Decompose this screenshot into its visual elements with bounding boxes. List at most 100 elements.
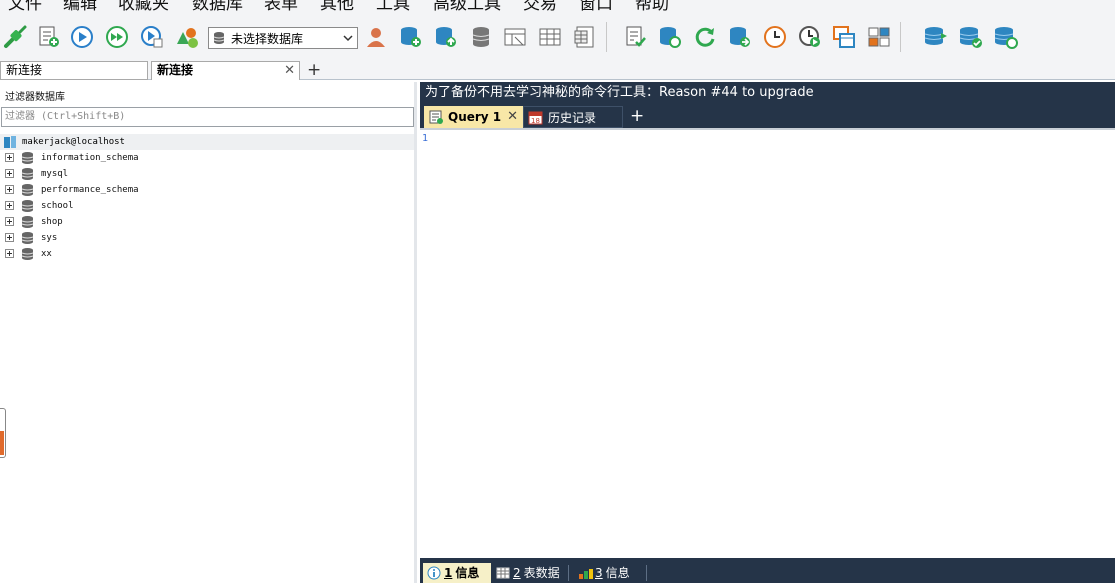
- tab-query-1[interactable]: Query 1 ✕: [424, 106, 523, 128]
- database-icon: [21, 248, 34, 260]
- tab-label: 信息: [455, 566, 480, 580]
- tab-label: Query 1: [448, 110, 502, 124]
- tree-item-label: sys: [41, 233, 58, 243]
- expand-icon[interactable]: [5, 249, 14, 258]
- chart-icon: [579, 569, 593, 579]
- menu-favorites[interactable]: 收藏夹: [118, 0, 169, 15]
- refresh-icon[interactable]: [691, 23, 719, 51]
- migrate-icon[interactable]: [992, 23, 1020, 51]
- tab-history[interactable]: 18 历史记录: [523, 106, 623, 128]
- menu-file[interactable]: 文件: [8, 0, 42, 15]
- tree-item-performance-schema[interactable]: performance_schema: [0, 182, 414, 198]
- database-select[interactable]: 未选择数据库: [208, 27, 358, 49]
- tree-item-sys[interactable]: sys: [0, 230, 414, 246]
- tree-item-label: information_schema: [41, 153, 139, 163]
- table-icon: [496, 567, 510, 579]
- query-tab-bar: Query 1 ✕ 18 历史记录 +: [420, 104, 1115, 128]
- restore-database-icon[interactable]: [467, 23, 495, 51]
- sync-data-icon[interactable]: [957, 23, 985, 51]
- backup-database-icon[interactable]: [432, 23, 460, 51]
- table-data-icon[interactable]: [536, 23, 564, 51]
- line-number: 1: [422, 133, 429, 144]
- tree-item-xx[interactable]: xx: [0, 246, 414, 262]
- connection-root[interactable]: makerjack@localhost: [0, 134, 414, 150]
- expand-icon[interactable]: [5, 233, 14, 242]
- connect-icon[interactable]: [1, 23, 29, 51]
- tab-number: 2: [513, 566, 521, 580]
- tree-item-label: xx: [41, 249, 52, 259]
- database-icon: [213, 32, 225, 44]
- menu-table[interactable]: 表单: [264, 0, 298, 15]
- database-icon: [21, 168, 34, 180]
- menu-help[interactable]: 帮助: [635, 0, 669, 15]
- object-browser: 过滤器数据库 过滤器 (Ctrl+Shift+B) makerjack@loca…: [0, 82, 417, 583]
- menu-database[interactable]: 数据库: [192, 0, 243, 15]
- tab-label: 表数据: [523, 566, 560, 580]
- result-tab-bar: 1 信息 2 表数据 3 信息: [420, 558, 1115, 583]
- expand-icon[interactable]: [5, 185, 14, 194]
- connection-tab-label: 新连接: [6, 63, 43, 77]
- create-database-icon[interactable]: [397, 23, 425, 51]
- database-icon: [21, 232, 34, 244]
- tab-divider: [646, 565, 647, 581]
- add-connection-tab-button[interactable]: +: [307, 60, 321, 80]
- compare-icon[interactable]: [865, 23, 893, 51]
- info-icon: [427, 566, 441, 580]
- tree-item-school[interactable]: school: [0, 198, 414, 214]
- tree-item-label: performance_schema: [41, 185, 139, 195]
- execute-icon[interactable]: [68, 23, 96, 51]
- close-icon[interactable]: ✕: [507, 106, 518, 128]
- tab-label: 信息: [605, 566, 630, 580]
- close-icon[interactable]: ✕: [284, 62, 295, 79]
- connection-tab-active[interactable]: 新连接 ✕: [151, 61, 300, 80]
- menu-other[interactable]: 其他: [320, 0, 354, 15]
- menu-transaction[interactable]: 交易: [523, 0, 557, 15]
- tree-item-label: shop: [41, 217, 63, 227]
- expand-icon[interactable]: [5, 217, 14, 226]
- user-manager-icon[interactable]: [362, 23, 390, 51]
- run-job-icon[interactable]: [796, 23, 824, 51]
- tree-item-mysql[interactable]: mysql: [0, 166, 414, 182]
- expand-icon[interactable]: [5, 201, 14, 210]
- database-icon: [21, 216, 34, 228]
- schedule-icon[interactable]: [761, 23, 789, 51]
- toolbar: 未选择数据库: [0, 16, 1115, 60]
- tab-number: 3: [595, 566, 603, 580]
- new-query-icon[interactable]: [35, 23, 63, 51]
- expand-icon[interactable]: [5, 153, 14, 162]
- menu-tools[interactable]: 工具: [376, 0, 410, 15]
- copy-database-icon[interactable]: [922, 23, 950, 51]
- tree-item-information-schema[interactable]: information_schema: [0, 150, 414, 166]
- menu-advanced-tools[interactable]: 高级工具: [433, 0, 501, 15]
- expand-icon[interactable]: [5, 169, 14, 178]
- database-select-value: 未选择数据库: [231, 31, 304, 46]
- database-icon: [21, 152, 34, 164]
- tab-label: 历史记录: [548, 111, 597, 125]
- tab-table-data[interactable]: 2 表数据: [492, 563, 569, 583]
- filter-input[interactable]: 过滤器 (Ctrl+Shift+B): [1, 107, 414, 127]
- sql-editor[interactable]: 1: [420, 128, 1115, 558]
- svg-text:18: 18: [531, 117, 540, 125]
- connection-tab[interactable]: 新连接: [0, 61, 148, 80]
- tree-item-shop[interactable]: shop: [0, 214, 414, 230]
- import-icon[interactable]: [726, 23, 754, 51]
- export-icon[interactable]: [830, 23, 858, 51]
- tab-info[interactable]: 1 信息: [423, 563, 491, 583]
- view-icon[interactable]: [571, 23, 599, 51]
- menu-window[interactable]: 窗口: [579, 0, 613, 15]
- tab-info-3[interactable]: 3 信息: [574, 563, 647, 583]
- upgrade-banner[interactable]: 为了备份不用去学习神秘的命令行工具：Reason #44 to upgrade: [420, 82, 1115, 104]
- side-panel-handle[interactable]: [0, 408, 6, 458]
- query-icon: [429, 110, 443, 124]
- menu-edit[interactable]: 编辑: [63, 0, 97, 15]
- toolbar-separator: [900, 22, 901, 52]
- table-icon[interactable]: [501, 23, 529, 51]
- sync-schema-icon[interactable]: [656, 23, 684, 51]
- filter-label: 过滤器数据库: [5, 92, 65, 103]
- execute-all-icon[interactable]: [103, 23, 131, 51]
- add-query-tab-button[interactable]: +: [630, 105, 644, 127]
- query-builder-icon[interactable]: [621, 23, 649, 51]
- chevron-down-icon: [343, 35, 353, 42]
- execute-current-icon[interactable]: [138, 23, 166, 51]
- schema-designer-icon[interactable]: [173, 23, 201, 51]
